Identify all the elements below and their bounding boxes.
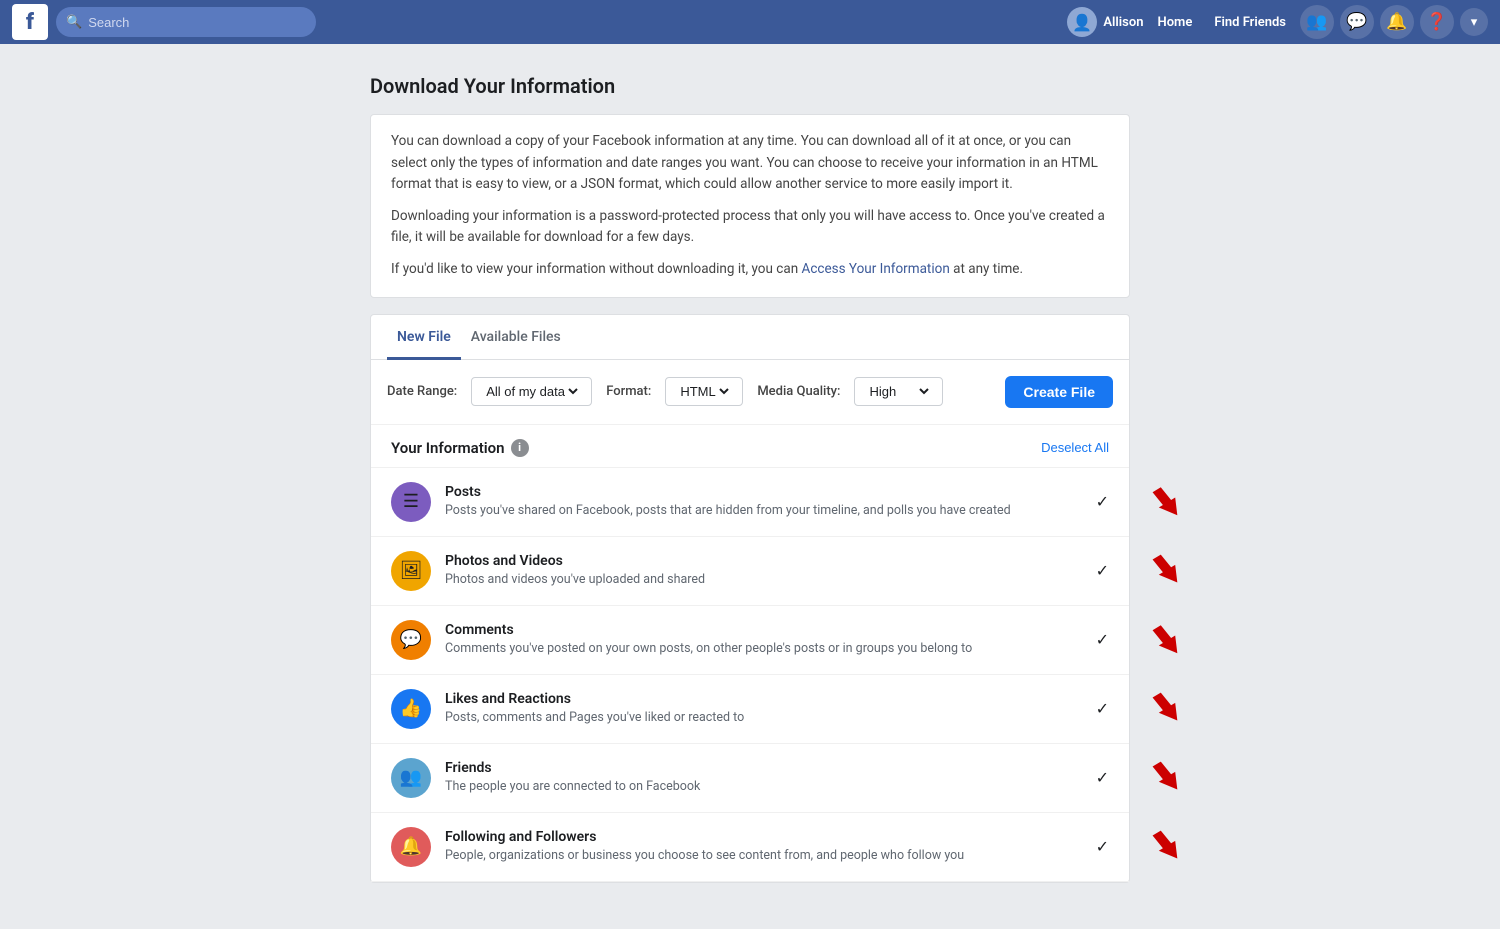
info-items-wrapper: ☰ Posts Posts you've shared on Facebook,… (371, 468, 1129, 882)
messenger-icon[interactable]: 💬 (1340, 5, 1374, 39)
find-friends-link[interactable]: Find Friends (1206, 11, 1294, 34)
posts-text: Posts Posts you've shared on Facebook, p… (445, 484, 1086, 520)
list-item: 👥 Friends The people you are connected t… (371, 744, 1129, 813)
comments-desc: Comments you've posted on your own posts… (445, 640, 1086, 658)
user-name: Allison (1103, 15, 1143, 30)
likes-desc: Posts, comments and Pages you've liked o… (445, 709, 1086, 727)
posts-title: Posts (445, 484, 1086, 500)
search-icon: 🔍 (66, 15, 82, 30)
photos-videos-text: Photos and Videos Photos and videos you'… (445, 553, 1086, 589)
photos-videos-title: Photos and Videos (445, 553, 1086, 569)
posts-icon: ☰ (391, 482, 431, 522)
search-bar[interactable]: 🔍 (56, 7, 316, 37)
following-title: Following and Followers (445, 829, 1086, 845)
following-desc: People, organizations or business you ch… (445, 847, 1086, 865)
friends-check[interactable]: ✓ (1096, 768, 1109, 787)
list-item: 🖼 Photos and Videos Photos and videos yo… (371, 537, 1129, 606)
format-select[interactable]: HTML JSON (665, 377, 743, 406)
list-item: 🔔 Following and Followers People, organi… (371, 813, 1129, 882)
posts-check[interactable]: ✓ (1096, 492, 1109, 511)
filters-row: Date Range: All of my data Format: HTML … (371, 360, 1129, 425)
following-icon: 🔔 (391, 827, 431, 867)
date-range-select[interactable]: All of my data (471, 377, 592, 406)
user-profile[interactable]: 👤 Allison (1067, 7, 1143, 37)
notifications-icon[interactable]: 🔔 (1380, 5, 1414, 39)
info-para-3-suffix: at any time. (950, 261, 1023, 277)
comments-text: Comments Comments you've posted on your … (445, 622, 1086, 658)
posts-desc: Posts you've shared on Facebook, posts t… (445, 502, 1086, 520)
tabs-header: New File Available Files (371, 315, 1129, 360)
tab-available-files[interactable]: Available Files (461, 315, 571, 360)
your-information-section: Your Information i Deselect All ☰ Posts … (371, 425, 1129, 882)
list-item: 👍 Likes and Reactions Posts, comments an… (371, 675, 1129, 744)
search-input[interactable] (88, 15, 306, 30)
following-check[interactable]: ✓ (1096, 837, 1109, 856)
home-link[interactable]: Home (1150, 11, 1201, 34)
date-range-label: Date Range: (387, 384, 457, 399)
deselect-all-button[interactable]: Deselect All (1041, 440, 1109, 455)
likes-icon: 👍 (391, 689, 431, 729)
list-item: 💬 Comments Comments you've posted on you… (371, 606, 1129, 675)
more-dropdown-icon[interactable]: ▾ (1460, 8, 1488, 36)
avatar: 👤 (1067, 7, 1097, 37)
format-label: Format: (606, 384, 651, 399)
facebook-logo: f (12, 4, 48, 40)
photos-videos-check[interactable]: ✓ (1096, 561, 1109, 580)
your-info-title: Your Information i (391, 439, 529, 457)
photos-videos-icon: 🖼 (391, 551, 431, 591)
main-content: Download Your Information You can downlo… (350, 44, 1150, 929)
info-para-1: You can download a copy of your Facebook… (391, 131, 1109, 196)
following-text: Following and Followers People, organiza… (445, 829, 1086, 865)
comments-title: Comments (445, 622, 1086, 638)
friends-icon[interactable]: 👥 (1300, 5, 1334, 39)
comments-check[interactable]: ✓ (1096, 630, 1109, 649)
likes-check[interactable]: ✓ (1096, 699, 1109, 718)
media-quality-label: Media Quality: (757, 384, 840, 399)
navbar-right: 👤 Allison Home Find Friends 👥 💬 🔔 ❓ ▾ (316, 5, 1488, 39)
friends-text: Friends The people you are connected to … (445, 760, 1086, 796)
likes-title: Likes and Reactions (445, 691, 1086, 707)
your-info-header: Your Information i Deselect All (371, 425, 1129, 468)
info-box: You can download a copy of your Facebook… (370, 114, 1130, 298)
tab-new-file[interactable]: New File (387, 315, 461, 360)
friends-item-icon: 👥 (391, 758, 431, 798)
access-your-information-link[interactable]: Access Your Information (802, 261, 950, 277)
info-para-3-prefix: If you'd like to view your information w… (391, 261, 802, 277)
list-item: ☰ Posts Posts you've shared on Facebook,… (371, 468, 1129, 537)
photos-videos-desc: Photos and videos you've uploaded and sh… (445, 571, 1086, 589)
info-para-2: Downloading your information is a passwo… (391, 206, 1109, 249)
main-card: New File Available Files Date Range: All… (370, 314, 1130, 883)
friends-desc: The people you are connected to on Faceb… (445, 778, 1086, 796)
help-icon[interactable]: ❓ (1420, 5, 1454, 39)
format-dropdown[interactable]: HTML JSON (676, 383, 732, 400)
page-title: Download Your Information (370, 74, 1130, 98)
create-file-button[interactable]: Create File (1005, 376, 1113, 408)
friends-title: Friends (445, 760, 1086, 776)
comments-icon: 💬 (391, 620, 431, 660)
info-tooltip-icon[interactable]: i (511, 439, 529, 457)
media-quality-dropdown[interactable]: High Medium Low (865, 383, 932, 400)
likes-text: Likes and Reactions Posts, comments and … (445, 691, 1086, 727)
media-quality-select[interactable]: High Medium Low (854, 377, 943, 406)
annotation-arrows (1137, 468, 1197, 882)
navbar: f 🔍 👤 Allison Home Find Friends 👥 💬 🔔 ❓ … (0, 0, 1500, 44)
info-para-3: If you'd like to view your information w… (391, 259, 1109, 281)
date-range-dropdown[interactable]: All of my data (482, 383, 581, 400)
